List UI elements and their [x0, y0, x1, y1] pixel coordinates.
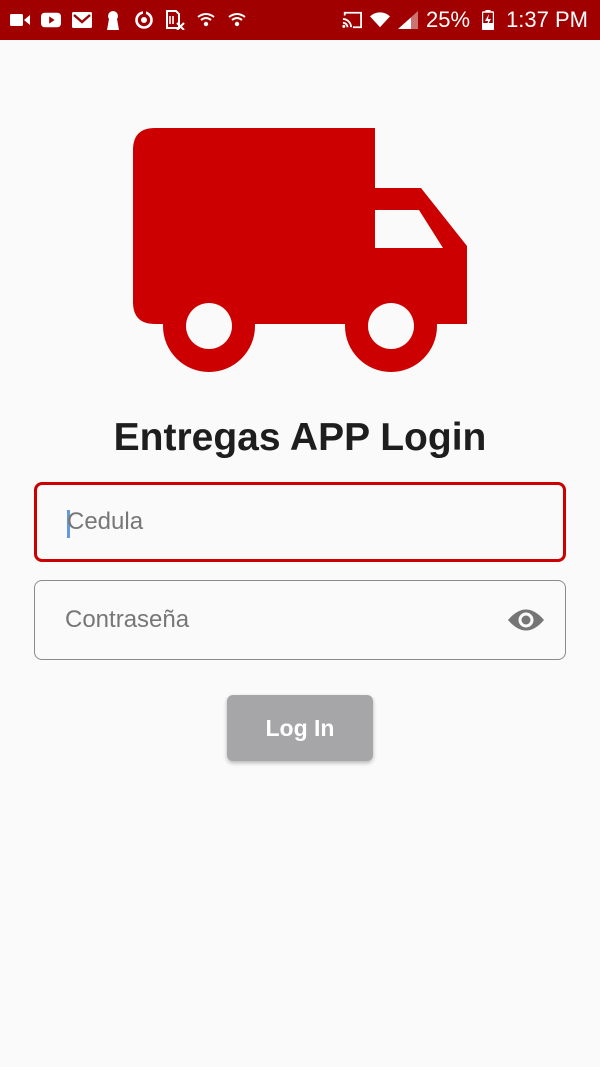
cast-icon — [342, 10, 363, 30]
delivery-truck-icon — [133, 128, 467, 372]
sync-icon — [134, 10, 154, 30]
cedula-field[interactable] — [34, 482, 566, 562]
cedula-input[interactable] — [67, 485, 507, 559]
login-button[interactable]: Log In — [227, 695, 373, 761]
video-camera-icon — [10, 10, 30, 30]
page-title: Entregas APP Login — [113, 416, 487, 459]
youtube-icon — [41, 10, 61, 30]
system-indicators: 25% 1:37 PM — [342, 7, 588, 33]
password-input[interactable] — [65, 581, 505, 659]
wifi-icon — [370, 10, 391, 30]
battery-charging-icon — [478, 10, 498, 30]
clock: 1:37 PM — [506, 7, 588, 32]
gmail-icon — [72, 10, 92, 30]
keyhole-icon — [103, 10, 123, 30]
vpn-shield-icon — [227, 10, 247, 30]
eye-icon[interactable] — [507, 607, 545, 633]
password-field[interactable] — [34, 580, 566, 660]
signal-icon — [398, 10, 419, 30]
no-sim-icon — [165, 10, 185, 30]
battery-percent: 25% — [426, 7, 471, 32]
status-bar: 25% 1:37 PM — [0, 0, 600, 40]
notification-icons — [10, 10, 247, 30]
vpn-shield-icon — [196, 10, 216, 30]
